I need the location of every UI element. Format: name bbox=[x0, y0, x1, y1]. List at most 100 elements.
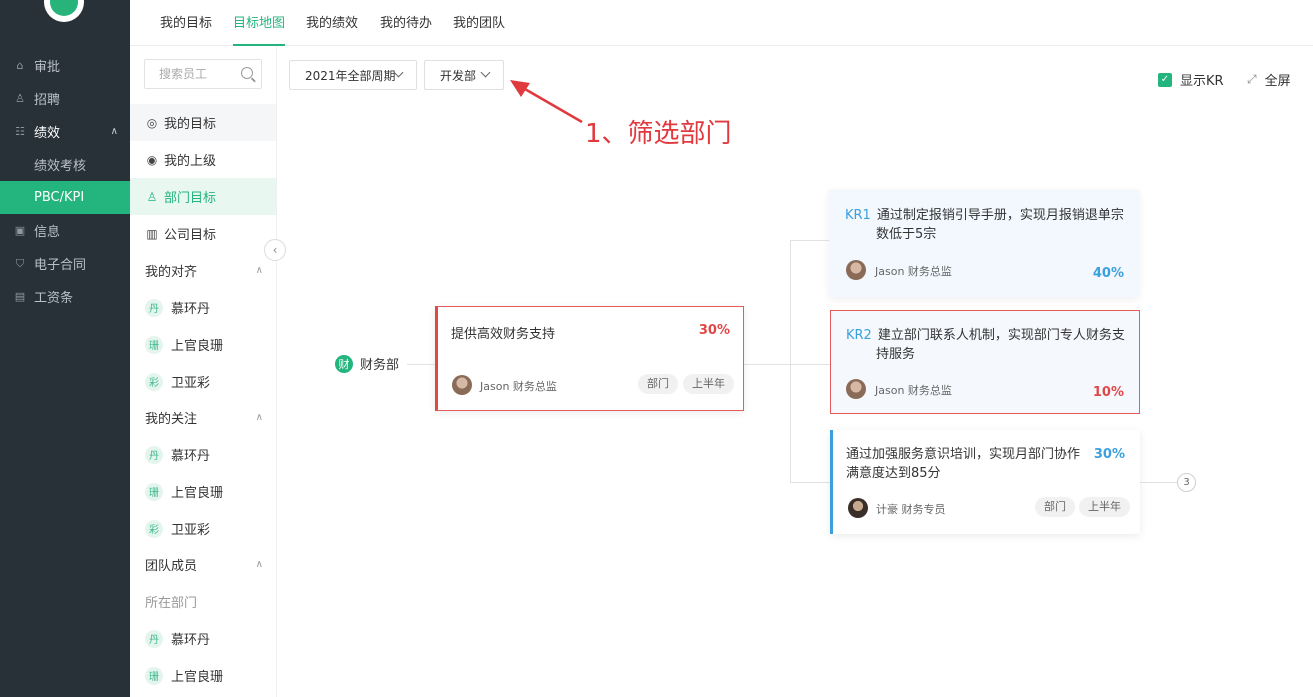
person-name: 卫亚彩 bbox=[171, 523, 211, 538]
list-item-person[interactable]: 彩 卫亚彩 bbox=[145, 363, 210, 400]
section-my-follow[interactable]: 我的关注 ∧ bbox=[145, 399, 263, 436]
kr-label: KR1 bbox=[845, 208, 871, 223]
kr-text-line: 满意度达到85分 bbox=[846, 466, 941, 481]
tab-my-goals[interactable]: 我的目标 bbox=[160, 0, 212, 46]
nav-item-recruit[interactable]: ♙ 招聘 bbox=[0, 82, 130, 115]
company-logo[interactable] bbox=[44, 0, 84, 22]
nav-item-label: PBC/KPI bbox=[34, 190, 85, 205]
list-item-person[interactable]: 彩 卫亚彩 bbox=[145, 510, 210, 547]
period-select[interactable]: 2021年全部周期 bbox=[289, 60, 417, 90]
nav-sub-performance-review[interactable]: 绩效考核 bbox=[0, 148, 130, 181]
list-item-person[interactable]: 珊 上官良珊 bbox=[145, 473, 223, 510]
side-item-department-goals[interactable]: ♙ 部门目标 bbox=[130, 178, 276, 215]
nav-item-contract[interactable]: ⛉ 电子合同 bbox=[0, 247, 130, 280]
kr-card[interactable]: KR2 建立部门联系人机制，实现部门专人财务支 持服务 Jason 财务总监 10… bbox=[830, 310, 1140, 414]
side-item-label: 公司目标 bbox=[164, 228, 217, 243]
employee-search bbox=[144, 59, 262, 89]
kr-text-line: 建立部门联系人机制，实现部门专人财务支 bbox=[877, 328, 1125, 343]
nav-group-performance[interactable]: ☷ 绩效 ∧ bbox=[0, 115, 130, 148]
kr-owner: Jason 财务总监 bbox=[875, 265, 952, 278]
chevron-up-icon: ∧ bbox=[255, 265, 263, 276]
person-badge: 彩 bbox=[145, 372, 163, 391]
kr-text-line: 通过制定报销引导手册，实现月报销退单宗 bbox=[876, 208, 1124, 223]
tab-goal-map[interactable]: 目标地图 bbox=[233, 0, 286, 46]
nav-item-payslip[interactable]: ▤ 工资条 bbox=[0, 280, 130, 313]
top-tabs: 我的目标 目标地图 我的绩效 我的待办 我的团队 bbox=[130, 0, 1313, 46]
person-name: 慕环丹 bbox=[171, 633, 211, 648]
kr-text-line: 数低于5宗 bbox=[876, 227, 937, 242]
connector-line bbox=[407, 364, 435, 365]
side-item-superior[interactable]: ◉ 我的上级 bbox=[130, 141, 276, 178]
tag-department: 部门 bbox=[1035, 497, 1075, 517]
section-my-alignment[interactable]: 我的对齐 ∧ bbox=[145, 252, 263, 289]
collapse-panel-button[interactable]: ‹ bbox=[264, 239, 286, 261]
tab-my-todo[interactable]: 我的待办 bbox=[380, 0, 432, 46]
side-item-my-goals[interactable]: ◎ 我的目标 bbox=[130, 104, 276, 141]
kr-text-line: 通过加强服务意识培训，实现月部门协作 bbox=[846, 447, 1081, 462]
kr-text: KR2 建立部门联系人机制，实现部门专人财务支 bbox=[846, 326, 1136, 345]
section-title: 我的对齐 bbox=[145, 265, 198, 280]
kr-card[interactable]: 通过加强服务意识培训，实现月部门协作 满意度达到85分 30% 计豪 财务专员 … bbox=[830, 430, 1140, 534]
section-title: 团队成员 bbox=[145, 559, 198, 574]
fullscreen-button[interactable]: ⤢ 全屏 bbox=[1247, 70, 1291, 89]
list-item-person[interactable]: 丹 慕环丹 bbox=[145, 620, 210, 657]
tab-my-team[interactable]: 我的团队 bbox=[453, 0, 505, 46]
search-icon[interactable] bbox=[241, 67, 253, 79]
objective-card[interactable]: 提供高效财务支持 30% Jason 财务总监 部门 上半年 bbox=[435, 306, 744, 411]
department-badge: 财 bbox=[335, 354, 353, 373]
connector-line bbox=[790, 364, 830, 365]
kr-text-line: 持服务 bbox=[876, 347, 916, 362]
list-item-person[interactable]: 珊 上官良珊 bbox=[145, 326, 223, 363]
list-item-person[interactable]: 丹 慕环丹 bbox=[145, 289, 210, 326]
person-badge: 彩 bbox=[145, 519, 163, 538]
info-icon: ▣ bbox=[14, 224, 26, 237]
person-badge: 珊 bbox=[145, 482, 163, 501]
checkbox-checked-icon[interactable]: ✓ bbox=[1158, 72, 1172, 87]
connector-line bbox=[790, 482, 830, 483]
kr-progress: 40% bbox=[1092, 266, 1124, 281]
section-team-members[interactable]: 团队成员 ∧ bbox=[145, 546, 263, 583]
team-sub-label: 所在部门 bbox=[145, 596, 198, 611]
person-badge: 丹 bbox=[145, 445, 163, 464]
payslip-icon: ▤ bbox=[14, 290, 26, 303]
list-item-person[interactable]: 丹 慕环丹 bbox=[145, 436, 210, 473]
tab-my-performance[interactable]: 我的绩效 bbox=[306, 0, 358, 46]
show-kr-toggle[interactable]: ✓ 显示KR bbox=[1158, 70, 1224, 89]
avatar bbox=[846, 379, 866, 399]
side-item-company-goals[interactable]: ▥ 公司目标 bbox=[130, 215, 276, 252]
show-kr-label: 显示KR bbox=[1180, 74, 1224, 89]
annotation-text: 1、筛选部门 bbox=[585, 119, 732, 149]
department-select[interactable]: 开发部 bbox=[424, 60, 504, 90]
period-select-value: 2021年全部周期 bbox=[305, 68, 396, 83]
person-name: 慕环丹 bbox=[171, 449, 211, 464]
nav-item-info[interactable]: ▣ 信息 bbox=[0, 214, 130, 247]
kr-card[interactable]: KR1 通过制定报销引导手册，实现月报销退单宗 数低于5宗 Jason 财务总监 … bbox=[829, 190, 1139, 297]
annotation-arrow bbox=[510, 80, 583, 124]
kr-text: KR1 通过制定报销引导手册，实现月报销退单宗 bbox=[845, 206, 1135, 225]
performance-icon: ☷ bbox=[15, 125, 25, 138]
kr-owner: Jason 财务总监 bbox=[875, 384, 952, 397]
building-icon: ▥ bbox=[146, 226, 158, 241]
department-name: 财务部 bbox=[360, 358, 400, 373]
chevron-left-icon: ‹ bbox=[272, 243, 278, 257]
person-badge: 丹 bbox=[145, 629, 163, 648]
target-icon: ◎ bbox=[146, 115, 158, 130]
section-title: 我的关注 bbox=[145, 412, 198, 427]
avatar bbox=[848, 498, 868, 518]
nav-sub-pbc-kpi[interactable]: PBC/KPI bbox=[0, 181, 130, 214]
home-icon: ⌂ bbox=[16, 59, 24, 72]
person-name: 慕环丹 bbox=[171, 302, 211, 317]
recruit-icon: ♙ bbox=[15, 92, 25, 105]
department-root-node[interactable]: 财 财务部 bbox=[335, 354, 399, 373]
nav-item-approval[interactable]: ⌂ 审批 bbox=[0, 49, 130, 82]
fullscreen-label: 全屏 bbox=[1264, 74, 1291, 89]
chevron-up-icon: ∧ bbox=[255, 412, 263, 423]
child-count-badge[interactable]: 3 bbox=[1177, 473, 1196, 492]
nav-item-label: 信息 bbox=[34, 225, 61, 240]
logo-mark bbox=[50, 0, 78, 16]
objective-owner: Jason 财务总监 bbox=[480, 380, 557, 393]
list-item-person[interactable]: 珊 上官良珊 bbox=[145, 657, 223, 694]
person-name: 卫亚彩 bbox=[171, 376, 211, 391]
kr-progress: 30% bbox=[1093, 447, 1125, 462]
department-select-value: 开发部 bbox=[440, 68, 477, 83]
